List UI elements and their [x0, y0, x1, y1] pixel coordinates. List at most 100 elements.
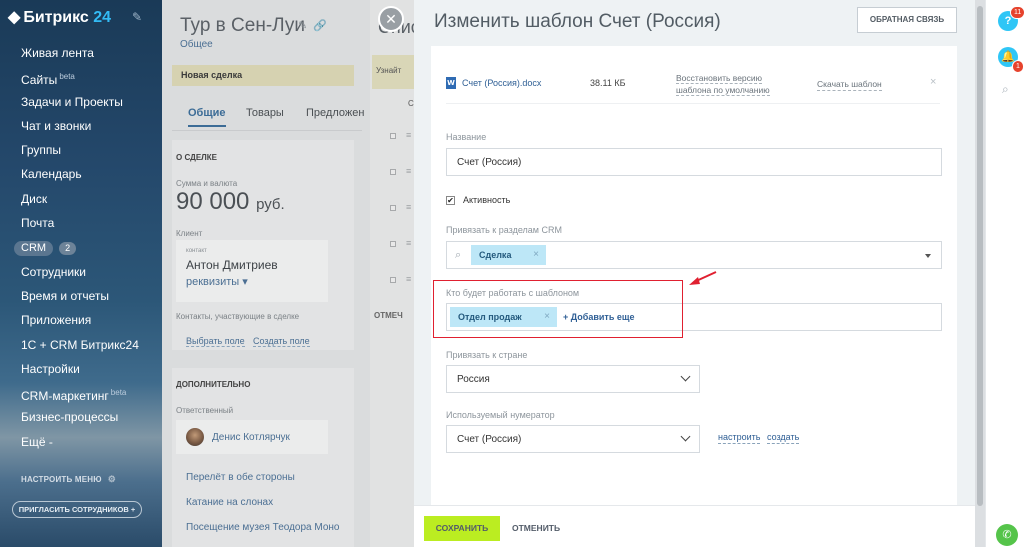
cancel-button[interactable]: ОТМЕНИТЬ [512, 516, 560, 541]
sidebar-item-bp[interactable]: Бизнес-процессы [0, 405, 162, 429]
deal-title: Тур в Сен-Луи [180, 15, 305, 36]
configure-menu-label: НАСТРОИТЬ МЕНЮ [21, 475, 102, 484]
sidebar-item-employees[interactable]: Сотрудники [0, 260, 162, 284]
beta-badge: beta [59, 72, 75, 82]
tab-offers[interactable]: Предложен [306, 107, 364, 119]
search-icon[interactable]: ⌕ [1002, 82, 1009, 97]
select-field-link[interactable]: Выбрать поле [186, 336, 245, 347]
sidebar-item-tasks[interactable]: Задачи и Проекты [0, 90, 162, 114]
sidebar-item-1c[interactable]: 1С + CRM Битрикс24 [0, 333, 162, 357]
sidebar-menu: Живая лента Сайты beta Задачи и Проекты Ч… [0, 41, 162, 454]
remove-file-icon[interactable]: × [930, 76, 936, 88]
configure-numerator-link[interactable]: настроить [718, 432, 761, 444]
responsible-name[interactable]: Денис Котлярчук [212, 432, 290, 443]
notification-count-badge: 1 [1012, 60, 1024, 73]
numerator-select[interactable]: Счет (Россия) [446, 425, 700, 453]
row-checkbox[interactable] [390, 241, 396, 247]
sidebar-item-sites[interactable]: Сайты beta [0, 65, 162, 89]
client-requisites[interactable]: реквизиты ▾ [186, 275, 248, 288]
name-label: Название [446, 132, 487, 142]
numerator-label: Используемый нумератор [446, 410, 555, 420]
remove-tag-icon[interactable]: × [533, 245, 539, 265]
country-select[interactable]: Россия [446, 365, 700, 393]
list-item[interactable]: Катание на слонах [186, 497, 273, 508]
phone-icon[interactable]: ✆ [996, 524, 1018, 546]
pencil-icon[interactable]: ✎ [132, 10, 142, 24]
active-checkbox[interactable]: ✔ [446, 196, 455, 205]
create-field-link[interactable]: Создать поле [253, 336, 310, 347]
save-button[interactable]: СОХРАНИТЬ [424, 516, 500, 541]
scroll-thumb[interactable] [977, 6, 983, 506]
download-template-link[interactable]: Скачать шаблон [817, 79, 882, 91]
country-value: Россия [457, 374, 490, 385]
close-slider-button[interactable]: ✕ [378, 6, 404, 32]
client-name[interactable]: Антон Дмитриев [186, 258, 278, 272]
tab-products[interactable]: Товары [246, 107, 284, 119]
contacts-label: Контакты, участвующие в сделке [176, 312, 300, 321]
sidebar-item-time[interactable]: Время и отчеты [0, 284, 162, 308]
sidebar-item-more[interactable]: Ещё - [0, 430, 162, 454]
sidebar-item-crm-marketing[interactable]: CRM-маркетинг beta [0, 381, 162, 405]
configure-menu-link[interactable]: НАСТРОИТЬ МЕНЮ ⚙ [21, 474, 116, 485]
sidebar-item-label: Чат и звонки [21, 118, 92, 133]
file-name-link[interactable]: Счет (Россия).docx [462, 78, 541, 88]
create-numerator-link[interactable]: создать [767, 432, 800, 444]
deal-tabs: Общие Товары Предложен [172, 92, 364, 131]
crm-tag-deal: Сделка × [471, 245, 546, 265]
menu-lines-icon: ≡ [406, 166, 412, 176]
list-notice-text: Узнайт [376, 66, 402, 75]
avatar [186, 428, 204, 446]
sidebar-item-label: Почта [21, 216, 55, 231]
deal-stage[interactable]: Новая сделка [172, 65, 354, 86]
requisites-label: реквизиты [186, 276, 240, 288]
row-checkbox[interactable] [390, 169, 396, 175]
client-card: контакт Антон Дмитриев реквизиты ▾ [176, 240, 328, 302]
country-label: Привязать к стране [446, 350, 528, 360]
page-title: Изменить шаблон Счет (Россия) [434, 11, 721, 32]
logo[interactable]: ◆ Битрикс 24 [8, 7, 111, 27]
sidebar-item-crm[interactable]: CRM 2 [0, 235, 162, 259]
client-label: Клиент [176, 229, 203, 238]
deal-category[interactable]: Общее [180, 39, 213, 50]
numerator-value: Счет (Россия) [457, 434, 522, 445]
sidebar-item-groups[interactable]: Группы [0, 138, 162, 162]
logo-text: Битрикс [23, 9, 89, 26]
name-input[interactable]: Счет (Россия) [446, 148, 942, 176]
responsible-label: Ответственный [176, 406, 234, 415]
menu-lines-icon: ≡ [406, 274, 412, 284]
responsible-card: Денис Котлярчук [176, 420, 328, 454]
sidebar-item-label: Сотрудники [21, 264, 86, 279]
sidebar-item-apps[interactable]: Приложения [0, 308, 162, 332]
chevron-down-icon [680, 371, 691, 382]
feedback-button[interactable]: ОБРАТНАЯ СВЯЗЬ [857, 7, 957, 33]
list-item[interactable]: Посещение музея Теодора Моно [186, 522, 340, 533]
sidebar-item-calendar[interactable]: Календарь [0, 162, 162, 186]
row-checkbox[interactable] [390, 133, 396, 139]
sidebar-item-label: Календарь [21, 167, 82, 182]
word-file-icon: W [446, 77, 456, 89]
highlight-frame [433, 280, 683, 338]
sidebar-item-mail[interactable]: Почта [0, 211, 162, 235]
sidebar-item-disk[interactable]: Диск [0, 187, 162, 211]
list-item[interactable]: Перелёт в обе стороны [186, 472, 295, 483]
row-checkbox[interactable] [390, 277, 396, 283]
sidebar-item-label: Группы [21, 143, 61, 158]
deal-amount: 90 000 руб. [176, 188, 285, 216]
tab-general[interactable]: Общие [188, 107, 226, 127]
crm-sections-select[interactable]: ⌕ Сделка × [446, 241, 942, 269]
restore-default-link[interactable]: Восстановить версию шаблона по умолчанию [676, 72, 776, 96]
sidebar-item-settings[interactable]: Настройки [0, 357, 162, 381]
sidebar-item-chat[interactable]: Чат и звонки [0, 114, 162, 138]
currency: руб. [256, 196, 285, 213]
crm-counter: 2 [59, 242, 77, 256]
list-column: С [408, 99, 414, 108]
row-checkbox[interactable] [390, 205, 396, 211]
menu-lines-icon: ≡ [406, 238, 412, 248]
sidebar-item-live-feed[interactable]: Живая лента [0, 41, 162, 65]
amount-value: 90 000 [176, 188, 250, 215]
logo-number: 24 [93, 9, 112, 26]
slider-scrollbar[interactable] [975, 0, 985, 547]
dropdown-caret-icon [925, 254, 931, 258]
invite-employees-button[interactable]: ПРИГЛАСИТЬ СОТРУДНИКОВ + [12, 501, 142, 518]
list-footer: ОТМЕЧ [374, 311, 403, 320]
